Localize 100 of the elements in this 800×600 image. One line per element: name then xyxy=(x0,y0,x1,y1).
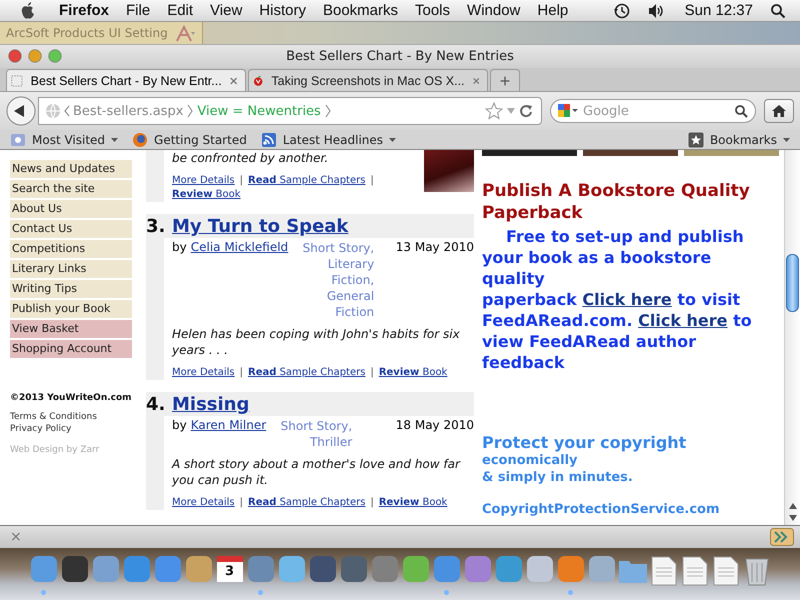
app-icon[interactable] xyxy=(248,556,274,582)
menu-item[interactable]: History xyxy=(259,2,306,19)
book-link[interactable]: Review Book xyxy=(172,188,241,202)
google-icon[interactable] xyxy=(557,103,579,119)
sidebar-item[interactable]: About Us xyxy=(10,200,132,218)
search-icon[interactable] xyxy=(734,104,748,118)
ad-link[interactable]: Click here xyxy=(638,311,728,330)
copyright-tagline: & simply in minutes. xyxy=(482,469,634,486)
app-icon[interactable] xyxy=(278,556,304,582)
clock-text[interactable]: Sun 12:37 xyxy=(684,2,753,19)
entry-margin-band xyxy=(146,150,164,202)
browser-tab[interactable]: Best Sellers Chart - By New Entr... xyxy=(6,69,246,91)
app-icon[interactable] xyxy=(402,556,428,582)
close-button[interactable] xyxy=(8,49,22,63)
book-link[interactable]: Read Sample Chapters xyxy=(248,496,366,510)
zoom-button[interactable] xyxy=(48,49,62,63)
date-text: 18 May 2010 xyxy=(394,418,474,434)
address-field[interactable]: Best-sellers.aspx View = Newentries xyxy=(38,97,542,125)
sidebar-item[interactable]: News and Updates xyxy=(10,160,132,178)
search-icon[interactable] xyxy=(770,2,786,18)
app-icon[interactable] xyxy=(526,556,552,582)
document-icon[interactable] xyxy=(712,556,738,586)
apple-icon[interactable] xyxy=(20,2,36,20)
book-link[interactable]: Read Sample Chapters xyxy=(248,366,366,380)
app-icon[interactable] xyxy=(30,556,56,582)
author-link[interactable]: Karen Milner xyxy=(190,418,266,450)
ad-link[interactable]: Click here xyxy=(582,290,672,309)
trash-can-icon[interactable] xyxy=(744,556,770,586)
genre-text: Short Story, Thriller xyxy=(280,418,352,450)
book-cover-photo[interactable] xyxy=(424,150,474,192)
app-icon[interactable] xyxy=(434,556,460,582)
document-icon[interactable] xyxy=(682,556,708,586)
app-icon[interactable] xyxy=(92,556,118,582)
sidebar-item[interactable]: Competitions xyxy=(10,240,132,258)
app-menu[interactable]: Firefox xyxy=(59,2,110,19)
app-icon[interactable] xyxy=(558,556,584,582)
reload-icon[interactable] xyxy=(519,104,533,118)
calendar-icon[interactable]: 3 xyxy=(216,556,242,582)
book-link[interactable]: Review Book xyxy=(378,366,448,380)
sidebar-item[interactable]: Writing Tips xyxy=(10,280,132,298)
search-field[interactable]: Google xyxy=(550,99,756,123)
menu-item[interactable]: File xyxy=(126,2,150,19)
book-link[interactable]: More Details xyxy=(172,366,235,380)
bookmark-item[interactable]: Latest Headlines xyxy=(260,132,396,148)
menu-item[interactable]: Window xyxy=(467,2,520,19)
addon-bar-icon[interactable] xyxy=(770,528,794,546)
minimize-button[interactable] xyxy=(28,49,42,63)
close-icon[interactable] xyxy=(472,76,479,86)
sidebar-item[interactable]: Shopping Account xyxy=(10,340,132,358)
app-icon[interactable] xyxy=(496,556,522,582)
sidebar-item[interactable]: Publish your Book xyxy=(10,300,132,318)
app-icon[interactable] xyxy=(588,556,614,582)
app-icon[interactable] xyxy=(186,556,212,582)
book-link[interactable]: Review Book xyxy=(378,496,448,510)
scrollbar[interactable] xyxy=(784,150,800,525)
menu-item[interactable]: Bookmarks xyxy=(322,2,398,19)
logo-icon[interactable] xyxy=(174,24,196,42)
back-button[interactable] xyxy=(6,96,36,126)
app-icon[interactable] xyxy=(464,556,490,582)
separator-text: | xyxy=(370,174,374,188)
menu-item[interactable]: Help xyxy=(537,2,568,19)
book-link[interactable]: More Details xyxy=(172,174,235,188)
by-label: by xyxy=(172,418,187,434)
clock-icon[interactable] xyxy=(612,2,631,20)
book-link[interactable]: Read Sample Chapters xyxy=(248,174,366,188)
book-title-link[interactable]: Missing xyxy=(172,394,250,415)
sidebar-item[interactable]: Literary Links xyxy=(10,260,132,278)
book-title-link[interactable]: My Turn to Speak xyxy=(172,216,348,237)
dropdown-icon[interactable] xyxy=(506,107,516,115)
home-button[interactable] xyxy=(764,99,794,123)
bookmark-item[interactable]: Most Visited xyxy=(10,132,118,148)
menu-item[interactable]: View xyxy=(210,2,242,19)
copyright-heading: Protect your copyright xyxy=(482,433,688,452)
app-icon[interactable] xyxy=(372,556,398,582)
author-link[interactable]: Celia Micklefield xyxy=(190,240,288,320)
app-icon[interactable] xyxy=(340,556,366,582)
bookmarks-menu[interactable]: Bookmarks xyxy=(688,132,790,148)
footer-link[interactable]: Privacy Policy xyxy=(10,423,132,435)
app-icon[interactable] xyxy=(154,556,180,582)
book-link[interactable]: More Details xyxy=(172,496,235,510)
app-icon[interactable] xyxy=(62,556,88,582)
menu-item[interactable]: Tools xyxy=(415,2,450,19)
footer-link[interactable]: Terms & Conditions xyxy=(10,411,132,423)
document-icon[interactable] xyxy=(650,556,676,586)
scroll-thumb[interactable] xyxy=(786,254,799,312)
star-icon[interactable] xyxy=(485,102,503,120)
menu-item[interactable]: Edit xyxy=(167,2,194,19)
address-segment[interactable]: Best-sellers.aspx xyxy=(73,104,184,118)
sidebar-item[interactable]: View Basket xyxy=(10,320,132,338)
sidebar-item[interactable]: Search the site xyxy=(10,180,132,198)
new-tab-button[interactable]: + xyxy=(490,69,520,91)
bookmark-item[interactable]: Getting Started xyxy=(132,132,247,148)
browser-tab[interactable]: Taking Screenshots in Mac OS X... xyxy=(248,69,488,91)
site-link[interactable]: CopyrightProtectionService.com xyxy=(482,502,784,517)
app-icon[interactable] xyxy=(310,556,336,582)
sidebar-item[interactable]: Contact Us xyxy=(10,220,132,238)
chevron-right-icon xyxy=(186,103,194,119)
folder-icon xyxy=(10,132,26,148)
app-icon[interactable] xyxy=(124,556,150,582)
close-icon[interactable] xyxy=(230,76,237,86)
